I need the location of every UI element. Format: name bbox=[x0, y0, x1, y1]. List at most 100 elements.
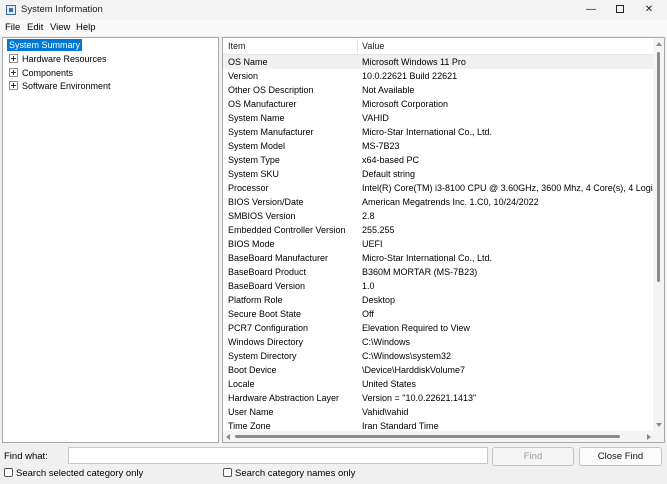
table-row[interactable]: Other OS Description Not Available bbox=[223, 83, 654, 97]
search-names-checkbox[interactable] bbox=[223, 468, 232, 477]
tree-item-system-summary[interactable]: System Summary bbox=[7, 39, 83, 52]
table-row[interactable]: Boot Device \Device\HarddiskVolume7 bbox=[223, 363, 654, 377]
menu-file[interactable]: File bbox=[5, 22, 20, 33]
table-row[interactable]: Secure Boot State Off bbox=[223, 307, 654, 321]
tree-item-label: System Summary bbox=[7, 39, 83, 51]
table-row[interactable]: Hardware Abstraction Layer Version = "10.… bbox=[223, 391, 654, 405]
table-row[interactable]: BaseBoard Product B360M MORTAR (MS-7B23) bbox=[223, 265, 654, 279]
row-value-cell: Intel(R) Core(TM) i3-8100 CPU @ 3.60GHz,… bbox=[362, 183, 654, 193]
menu-view[interactable]: View bbox=[50, 22, 70, 33]
table-row[interactable]: SMBIOS Version 2.8 bbox=[223, 209, 654, 223]
row-value-cell: Micro-Star International Co., Ltd. bbox=[362, 253, 493, 263]
table-row[interactable]: BaseBoard Manufacturer Micro-Star Interna… bbox=[223, 251, 654, 265]
table-row[interactable]: Locale United States bbox=[223, 377, 654, 391]
minimize-icon: — bbox=[586, 4, 596, 15]
table-row[interactable]: PCR7 Configuration Elevation Required to … bbox=[223, 321, 654, 335]
scroll-right-icon[interactable] bbox=[647, 434, 651, 440]
table-row[interactable]: System Directory C:\Windows\system32 bbox=[223, 349, 654, 363]
row-value-cell: C:\Windows bbox=[362, 337, 411, 347]
row-item-cell: Windows Directory bbox=[228, 337, 304, 347]
plus-expander-icon[interactable] bbox=[9, 68, 18, 77]
row-value-cell: 2.8 bbox=[362, 211, 375, 221]
tree-item-label: Hardware Resources bbox=[22, 54, 107, 64]
row-value-cell: x64-based PC bbox=[362, 155, 420, 165]
table-row[interactable]: Embedded Controller Version 255.255 bbox=[223, 223, 654, 237]
table-row[interactable]: BaseBoard Version 1.0 bbox=[223, 279, 654, 293]
details-list[interactable]: Item Value OS Name Microsoft Windows 11 P… bbox=[222, 37, 665, 443]
menu-bar: File Edit View Help bbox=[0, 20, 667, 36]
window-title: System Information bbox=[21, 4, 103, 15]
row-value-cell: Off bbox=[362, 309, 374, 319]
row-value-cell: Elevation Required to View bbox=[362, 323, 470, 333]
row-item-cell: Version bbox=[228, 71, 259, 81]
table-row[interactable]: BIOS Mode UEFI bbox=[223, 237, 654, 251]
row-value-cell: \Device\HarddiskVolume7 bbox=[362, 365, 466, 375]
scrollbar-corner bbox=[653, 431, 664, 442]
tree-item-software-environment[interactable]: Software Environment bbox=[9, 80, 111, 93]
table-row[interactable]: Platform Role Desktop bbox=[223, 293, 654, 307]
row-item-cell: Boot Device bbox=[228, 365, 277, 375]
vertical-scroll-thumb[interactable] bbox=[657, 52, 660, 282]
tree-item-components[interactable]: Components bbox=[9, 67, 73, 80]
close-find-button[interactable]: Close Find bbox=[579, 447, 662, 466]
row-value-cell: Vahid\vahid bbox=[362, 407, 409, 417]
row-value-cell: 1.0 bbox=[362, 281, 375, 291]
close-window-button[interactable]: ✕ bbox=[635, 0, 663, 20]
table-row[interactable]: OS Name Microsoft Windows 11 Pro bbox=[223, 55, 654, 69]
menu-help[interactable]: Help bbox=[76, 22, 96, 33]
row-item-cell: Secure Boot State bbox=[228, 309, 302, 319]
row-item-cell: Other OS Description bbox=[228, 85, 314, 95]
maximize-icon bbox=[616, 5, 624, 14]
tree-item-hardware-resources[interactable]: Hardware Resources bbox=[9, 53, 107, 66]
column-divider[interactable] bbox=[357, 39, 358, 54]
vertical-scrollbar[interactable] bbox=[653, 38, 664, 431]
table-row[interactable]: System Type x64-based PC bbox=[223, 153, 654, 167]
category-tree[interactable]: System Summary Hardware Resources Compon… bbox=[2, 37, 219, 443]
row-item-cell: OS Name bbox=[228, 57, 268, 67]
table-row[interactable]: OS Manufacturer Microsoft Corporation bbox=[223, 97, 654, 111]
table-row[interactable]: BIOS Version/Date American Megatrends Inc… bbox=[223, 195, 654, 209]
row-value-cell: Default string bbox=[362, 169, 416, 179]
row-item-cell: System Model bbox=[228, 141, 286, 151]
row-item-cell: BaseBoard Version bbox=[228, 281, 306, 291]
close-icon: ✕ bbox=[644, 4, 654, 15]
maximize-button[interactable] bbox=[606, 0, 634, 20]
row-item-cell: Time Zone bbox=[228, 421, 271, 431]
row-value-cell: 10.0.22621 Build 22621 bbox=[362, 71, 458, 81]
table-row[interactable]: System Manufacturer Micro-Star Internatio… bbox=[223, 125, 654, 139]
row-value-cell: UEFI bbox=[362, 239, 383, 249]
horizontal-scroll-thumb[interactable] bbox=[235, 435, 620, 438]
row-item-cell: Platform Role bbox=[228, 295, 283, 305]
search-selected-label: Search selected category only bbox=[16, 468, 144, 479]
row-value-cell: VAHID bbox=[362, 113, 389, 123]
menu-edit[interactable]: Edit bbox=[27, 22, 43, 33]
table-row[interactable]: System Name VAHID bbox=[223, 111, 654, 125]
table-row[interactable]: Time Zone Iran Standard Time bbox=[223, 419, 654, 431]
find-what-input[interactable] bbox=[68, 447, 488, 464]
row-item-cell: OS Manufacturer bbox=[228, 99, 297, 109]
table-row[interactable]: Version 10.0.22621 Build 22621 bbox=[223, 69, 654, 83]
search-selected-checkbox[interactable] bbox=[4, 468, 13, 477]
minimize-button[interactable]: — bbox=[577, 0, 605, 20]
plus-expander-icon[interactable] bbox=[9, 81, 18, 90]
search-selected-category-option[interactable]: Search selected category only bbox=[4, 468, 143, 479]
column-header-item[interactable]: Item bbox=[228, 41, 246, 51]
scroll-down-icon[interactable] bbox=[656, 423, 662, 427]
find-what-label: Find what: bbox=[4, 451, 48, 462]
row-value-cell: Micro-Star International Co., Ltd. bbox=[362, 127, 493, 137]
table-row[interactable]: System Model MS-7B23 bbox=[223, 139, 654, 153]
column-header-value[interactable]: Value bbox=[362, 41, 384, 51]
row-value-cell: Desktop bbox=[362, 295, 396, 305]
find-button[interactable]: Find bbox=[492, 447, 574, 466]
plus-expander-icon[interactable] bbox=[9, 54, 18, 63]
table-row[interactable]: User Name Vahid\vahid bbox=[223, 405, 654, 419]
table-row[interactable]: System SKU Default string bbox=[223, 167, 654, 181]
row-item-cell: System SKU bbox=[228, 169, 280, 179]
table-row[interactable]: Processor Intel(R) Core(TM) i3-8100 CPU @… bbox=[223, 181, 654, 195]
scroll-up-icon[interactable] bbox=[656, 42, 662, 46]
table-row[interactable]: Windows Directory C:\Windows bbox=[223, 335, 654, 349]
search-category-names-option[interactable]: Search category names only bbox=[223, 468, 355, 479]
horizontal-scrollbar[interactable] bbox=[223, 431, 654, 442]
scroll-left-icon[interactable] bbox=[226, 434, 230, 440]
row-item-cell: Embedded Controller Version bbox=[228, 225, 346, 235]
